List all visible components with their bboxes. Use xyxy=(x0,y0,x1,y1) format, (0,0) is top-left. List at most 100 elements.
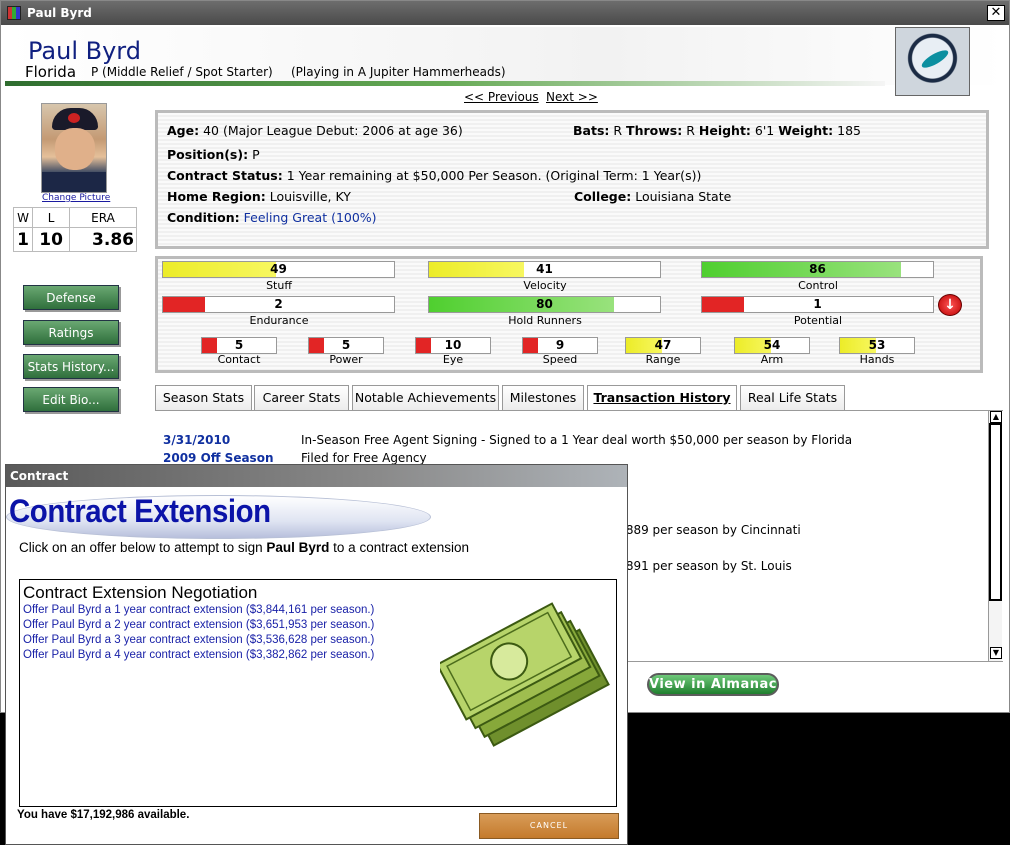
tab-real-life-stats[interactable]: Real Life Stats xyxy=(740,385,845,410)
shirt-shape xyxy=(42,172,106,192)
rating-value: 47 xyxy=(654,338,672,352)
rating-label: Eye xyxy=(442,353,464,366)
offer-4-year-link[interactable]: Offer Paul Byrd a 4 year contract extens… xyxy=(23,649,374,661)
tab-milestones[interactable]: Milestones xyxy=(502,385,584,410)
player-photo xyxy=(41,103,107,193)
position-label: Position(s): xyxy=(167,147,249,162)
rating-label: Arm xyxy=(760,353,784,366)
era-header: ERA xyxy=(68,207,138,228)
tx-date: 2009 Off Season xyxy=(163,451,274,465)
rating-label: Stuff xyxy=(266,279,292,292)
player-role: P (Middle Relief / Spot Starter) xyxy=(91,65,273,79)
rating-bar-range: 47 xyxy=(625,337,701,354)
college-value: Louisiana State xyxy=(635,189,732,204)
negotiation-title: Contract Extension Negotiation xyxy=(23,583,258,602)
available-funds: You have $17,192,986 available. xyxy=(17,809,190,821)
potential-down-arrow-icon: ↓ xyxy=(938,294,962,316)
rating-value: 41 xyxy=(536,262,553,276)
next-player-link[interactable]: Next >> xyxy=(546,90,598,104)
rating-value: 1 xyxy=(813,297,822,311)
throws-value: R xyxy=(686,123,695,138)
tx-text-partial: ,891 per season by St. Louis xyxy=(622,559,792,573)
scroll-up-icon[interactable]: ▲ xyxy=(990,411,1002,423)
offer-2-year-link[interactable]: Offer Paul Byrd a 2 year contract extens… xyxy=(23,619,374,631)
window-title: Paul Byrd xyxy=(27,6,92,20)
tab-transaction-history[interactable]: Transaction History xyxy=(587,385,737,410)
rating-value: 9 xyxy=(555,338,565,352)
position-row: Position(s): P xyxy=(167,147,260,162)
rating-value: 49 xyxy=(270,262,287,276)
rating-bar-hands: 53 xyxy=(839,337,915,354)
instruction-text: Click on an offer below to attempt to si… xyxy=(19,540,267,555)
marlin-icon xyxy=(919,47,951,71)
scroll-down-icon[interactable]: ▼ xyxy=(990,647,1002,659)
rating-value: 80 xyxy=(536,297,553,311)
tab-career-stats[interactable]: Career Stats xyxy=(254,385,349,410)
region-row: Home Region: Louisville, KY xyxy=(167,189,351,204)
contract-value: 1 Year remaining at $50,000 Per Season. … xyxy=(286,168,702,183)
ratings-history-button[interactable]: Ratings History... xyxy=(23,320,119,364)
change-picture-link[interactable]: Change Picture xyxy=(42,193,110,203)
window-titlebar: Paul Byrd ✕ xyxy=(1,1,1009,25)
rating-label: Hold Runners xyxy=(508,314,582,327)
age-label: Age: xyxy=(167,123,200,138)
era-value: 3.86 xyxy=(68,227,138,252)
losses-value: 10 xyxy=(32,227,70,252)
offer-3-year-link[interactable]: Offer Paul Byrd a 3 year contract extens… xyxy=(23,634,374,646)
edit-bio-button[interactable]: Edit Bio... xyxy=(23,387,119,412)
previous-player-link[interactable]: << Previous xyxy=(464,90,539,104)
cap-logo xyxy=(68,113,80,123)
bats-value: R xyxy=(613,123,623,138)
rating-label: Hands xyxy=(859,353,895,366)
tab-season-stats[interactable]: Season Stats xyxy=(155,385,252,410)
region-label: Home Region: xyxy=(167,189,266,204)
region-value: Louisville, KY xyxy=(269,189,351,204)
age-value: 40 (Major League Debut: 2006 at age 36) xyxy=(203,123,463,138)
rating-bar-velocity: 41 xyxy=(428,261,661,278)
player-name: Paul Byrd xyxy=(28,37,141,65)
rating-bar-contact: 5 xyxy=(201,337,277,354)
tx-date: 3/31/2010 xyxy=(163,433,231,447)
tx-scrollbar[interactable]: ▲ ▼ xyxy=(988,411,1002,661)
age-row: Age: 40 (Major League Debut: 2006 at age… xyxy=(167,123,463,138)
stats-history-button[interactable]: Stats History... xyxy=(23,354,119,379)
condition-value: Feeling Great (100%) xyxy=(243,210,377,225)
bats-label: Bats: xyxy=(573,123,610,138)
rating-bar-control: 86 xyxy=(701,261,934,278)
close-button[interactable]: ✕ xyxy=(987,5,1005,21)
rating-label: Contact xyxy=(217,353,261,366)
negotiation-box: Contract Extension Negotiation Offer Pau… xyxy=(19,579,617,807)
instruction-player-name: Paul Byrd xyxy=(266,540,330,555)
rating-value: 53 xyxy=(868,338,886,352)
scroll-thumb[interactable] xyxy=(989,423,1002,601)
contract-label: Contract Status: xyxy=(167,168,283,183)
tx-text: Filed for Free Agency xyxy=(301,451,427,465)
offer-1-year-link[interactable]: Offer Paul Byrd a 1 year contract extens… xyxy=(23,604,374,616)
money-stack-icon xyxy=(440,602,610,747)
dialog-title: Contract xyxy=(6,465,627,487)
cancel-button[interactable]: CANCEL xyxy=(479,813,619,839)
rating-label: Power xyxy=(329,353,363,366)
throws-label: Throws: xyxy=(626,123,683,138)
height-value: 6'1 xyxy=(754,123,775,138)
condition-row: Condition: Feeling Great (100%) xyxy=(167,210,377,225)
weight-value: 185 xyxy=(837,123,862,138)
rating-label: Endurance xyxy=(249,314,309,327)
view-in-almanac-button[interactable]: View in Almanac xyxy=(647,673,779,696)
rating-bar-stuff: 49 xyxy=(162,261,395,278)
instruction-text-end: to a contract extension xyxy=(329,540,470,555)
rating-bar-eye: 10 xyxy=(415,337,491,354)
contract-dialog: Contract Contract Extension Click on an … xyxy=(5,464,628,845)
player-header: Paul Byrd Florida P (Middle Relief / Spo… xyxy=(5,27,1005,85)
wins-value: 1 xyxy=(12,227,34,252)
physical-row: Bats: R Throws: R Height: 6'1 Weight: 18… xyxy=(573,123,861,138)
rating-bar-power: 5 xyxy=(308,337,384,354)
rating-value: 2 xyxy=(274,297,283,311)
defense-chart-button[interactable]: Defense Chart... xyxy=(23,285,119,329)
rating-value: 10 xyxy=(444,338,462,352)
tx-text-partial: ,889 per season by Cincinnati xyxy=(622,523,801,537)
header-divider xyxy=(5,81,885,86)
height-label: Height: xyxy=(698,123,751,138)
rating-value: 54 xyxy=(763,338,781,352)
tab-notable-achievements[interactable]: Notable Achievements xyxy=(352,385,499,410)
